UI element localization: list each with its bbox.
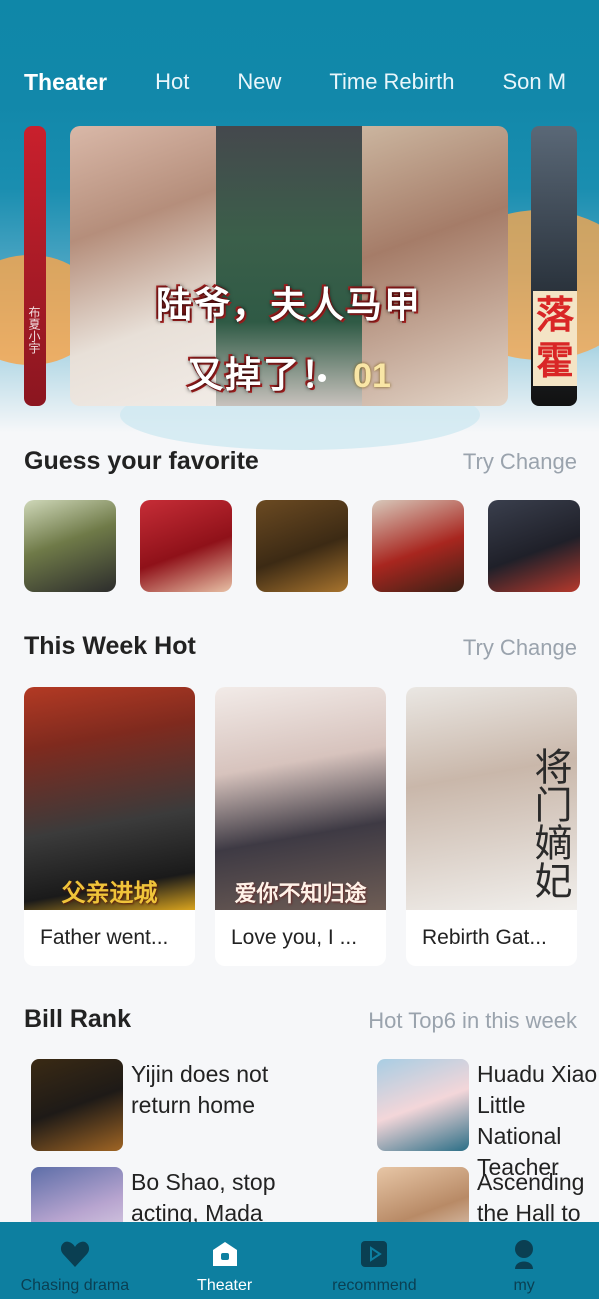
poster-title: 爱你不知归途 xyxy=(234,882,367,907)
drama-card-label: Rebirth Gat... xyxy=(422,926,547,949)
rank-thumbnail xyxy=(377,1059,469,1151)
nav-label: Chasing drama xyxy=(20,1277,130,1294)
nav-label: recommend xyxy=(332,1277,417,1294)
tab-theater[interactable]: Theater xyxy=(0,69,131,96)
category-tabs: Theater Hot New Time Rebirth Son M xyxy=(0,60,599,104)
bill-rank-title: Bill Rank xyxy=(24,1005,131,1033)
drama-thumbnail[interactable] xyxy=(256,500,348,592)
user-icon xyxy=(511,1237,537,1271)
hero-header: Theater Hot New Time Rebirth Son M 布夏小宇 … xyxy=(0,0,599,470)
banner-title-line1: 陆爷，夫人马甲 xyxy=(155,285,422,326)
drama-card-label: Love you, I ... xyxy=(231,926,358,949)
carousel-indicator xyxy=(318,374,326,382)
banner-prev-text: 布夏小宇 xyxy=(27,306,41,354)
rank-title: Huadu Xiao Little National Teacher xyxy=(477,1061,598,1180)
play-icon xyxy=(360,1237,388,1271)
banner-episode: 01 xyxy=(353,357,391,395)
drama-thumbnail[interactable] xyxy=(372,500,464,592)
drama-card[interactable]: 父亲进城 Father went... xyxy=(24,687,195,966)
drama-thumbnail[interactable] xyxy=(488,500,580,592)
heart-icon xyxy=(60,1237,90,1271)
rank-item[interactable]: Ascending the Hall to xyxy=(377,1167,599,1228)
rank-title: Ascending the Hall to xyxy=(477,1169,585,1226)
drama-poster: 爱你不知归途 xyxy=(215,687,386,910)
drama-card[interactable]: 爱你不知归途 Love you, I ... xyxy=(215,687,386,966)
nav-recommend[interactable]: recommend xyxy=(300,1222,450,1299)
tab-new[interactable]: New xyxy=(213,69,305,95)
banner-carousel[interactable]: 布夏小宇 陆爷，夫人马甲 又掉了！ 01 落霍 xyxy=(0,126,599,408)
rank-thumbnail xyxy=(377,1167,469,1228)
nav-label: my xyxy=(513,1277,535,1294)
drama-card[interactable]: 将门嫡妃 Rebirth Gat... xyxy=(406,687,577,966)
home-icon xyxy=(211,1237,239,1271)
nav-label: Theater xyxy=(197,1277,253,1294)
guess-list xyxy=(24,500,580,592)
drama-thumbnail[interactable] xyxy=(24,500,116,592)
poster-title: 将门嫡妃 xyxy=(528,747,572,899)
rank-thumbnail xyxy=(31,1167,123,1228)
banner-next-text: 落霍 xyxy=(533,291,577,387)
bill-rank-subtitle: Hot Top6 in this week xyxy=(368,1008,577,1033)
rank-title: Bo Shao, stop acting, Mada xyxy=(131,1169,276,1226)
tab-time-rebirth[interactable]: Time Rebirth xyxy=(305,69,478,95)
drama-poster: 将门嫡妃 xyxy=(406,687,577,910)
drama-card-label: Father went... xyxy=(40,926,169,949)
drama-poster: 父亲进城 xyxy=(24,687,195,910)
carousel-dot xyxy=(318,374,326,382)
tab-hot[interactable]: Hot xyxy=(131,69,213,95)
tab-son-m[interactable]: Son M xyxy=(478,69,590,95)
week-hot-list: 父亲进城 Father went... 爱你不知归途 Love you, I .… xyxy=(24,687,577,966)
guess-try-change[interactable]: Try Change xyxy=(463,449,577,475)
rank-title: Yijin does not return home xyxy=(131,1061,269,1118)
banner-title-line2: 又掉了！ xyxy=(187,355,340,396)
banner-title: 陆爷，夫人马甲 又掉了！ 01 xyxy=(70,276,508,398)
nav-theater[interactable]: Theater xyxy=(150,1222,300,1299)
guess-title: Guess your favorite xyxy=(24,447,259,475)
week-hot-try-change[interactable]: Try Change xyxy=(463,635,577,661)
bill-rank-list: Yijin does not return home Huadu Xiao Li… xyxy=(0,1058,599,1228)
rank-item[interactable]: Yijin does not return home xyxy=(31,1059,291,1151)
rank-item[interactable]: Huadu Xiao Little National Teacher xyxy=(377,1059,599,1183)
rank-thumbnail xyxy=(31,1059,123,1151)
week-hot-title: This Week Hot xyxy=(24,632,196,660)
nav-my[interactable]: my xyxy=(449,1222,599,1299)
banner-slide-prev[interactable] xyxy=(24,126,46,406)
rank-item[interactable]: Bo Shao, stop acting, Mada xyxy=(31,1167,291,1228)
poster-title: 父亲进城 xyxy=(61,879,158,907)
bottom-nav: Chasing drama Theater recommend my xyxy=(0,1222,599,1299)
nav-chasing-drama[interactable]: Chasing drama xyxy=(0,1222,150,1299)
banner-slide-current[interactable]: 陆爷，夫人马甲 又掉了！ 01 xyxy=(70,126,508,406)
drama-thumbnail[interactable] xyxy=(140,500,232,592)
